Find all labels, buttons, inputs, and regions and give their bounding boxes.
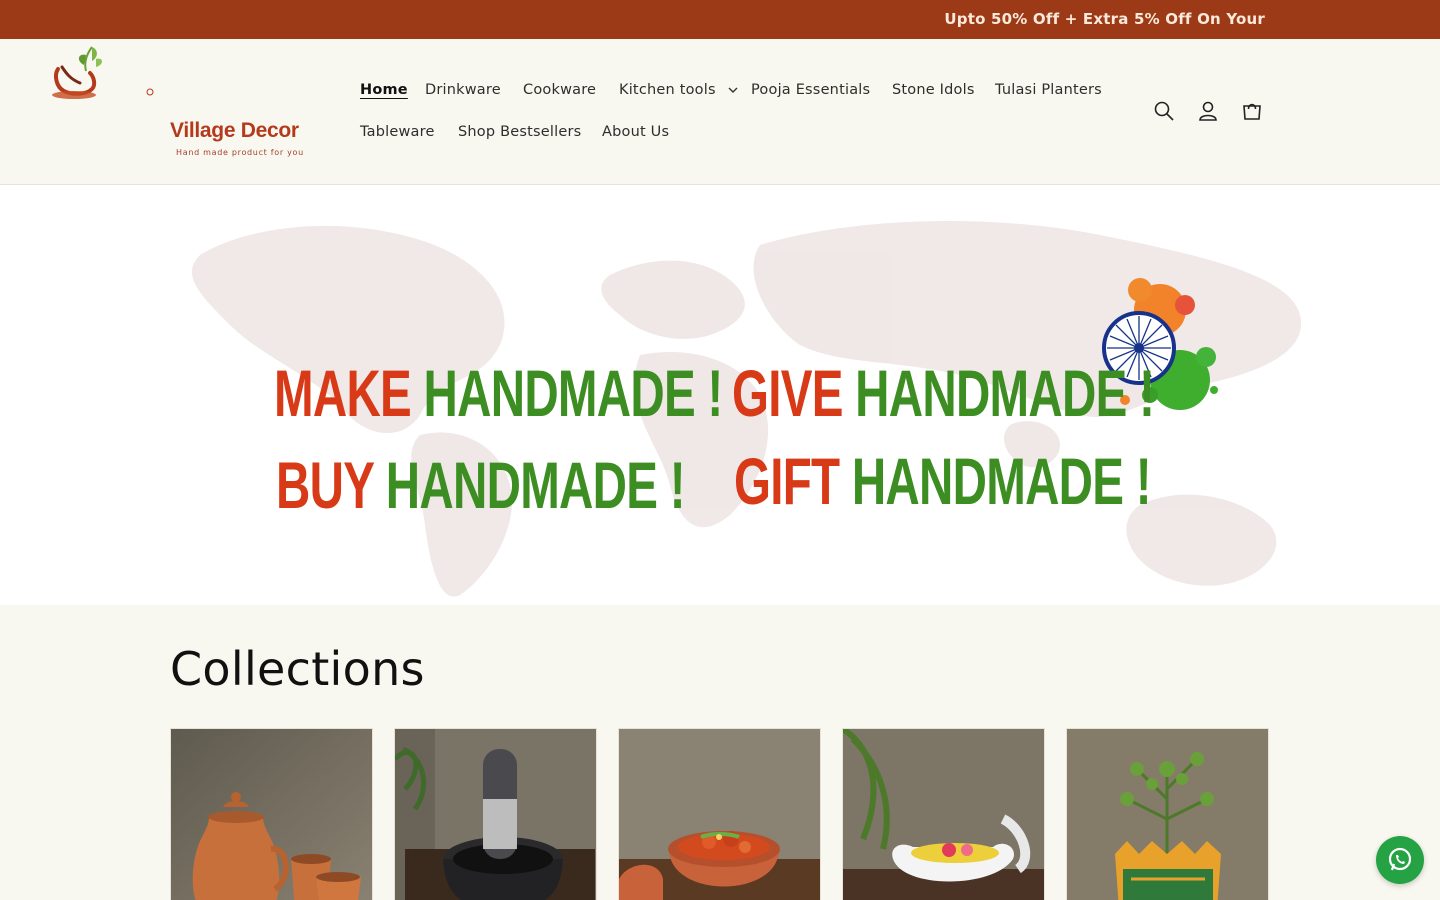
collections-section: Collections [0,605,1440,900]
cart-icon [1243,103,1261,120]
collection-card-kitchen-tools[interactable] [394,728,597,900]
whatsapp-button[interactable] [1376,836,1424,884]
nav-item-pooja-essentials[interactable]: Pooja Essentials [739,77,882,103]
nav-item-about-us[interactable]: About Us [590,119,681,145]
clay-cooking-pot-with-curry-image [619,729,820,900]
nav-item-kitchen-tools[interactable]: Kitchen tools [607,77,751,103]
search-button[interactable] [1149,96,1179,126]
brand-tagline: Hand made product for you [176,148,304,157]
nav-label-kitchen-tools: Kitchen tools [619,82,716,98]
hero-line-2-left: BUY HANDMADE ! [276,447,686,523]
hero-word-handmade-2: HANDMADE ! [855,356,1155,430]
whatsapp-icon [1388,847,1412,871]
hero-word-buy: BUY [276,448,374,522]
hero-line-1-left: MAKE HANDMADE ! [274,355,723,431]
collection-card-cookware[interactable] [618,728,821,900]
nav-item-home[interactable]: Home [348,77,420,103]
search-icon [1154,101,1174,121]
stone-mortar-pestle-image [395,729,596,900]
chevron-down-icon [728,87,738,93]
hero-word-handmade-4: HANDMADE ! [851,444,1152,518]
cart-button[interactable] [1237,96,1267,126]
hero-word-handmade-3: HANDMADE ! [385,448,686,522]
nav-item-tableware[interactable]: Tableware [348,119,447,145]
nav-item-cookware[interactable]: Cookware [511,77,608,103]
nav-item-drinkware[interactable]: Drinkware [413,77,513,103]
hero-line-1-right: GIVE HANDMADE ! [732,355,1155,431]
hero-line-2-right: GIFT HANDMADE ! [734,443,1152,519]
clay-pot-with-leaves-logo-icon [52,46,154,99]
brand-name: Village Decor [170,119,299,142]
hero-word-make: MAKE [274,356,412,430]
main-nav: Home Drinkware Cookware Kitchen tools Po… [348,69,1128,159]
white-shell-flower-bowl-image [843,729,1044,900]
collection-card-pooja-essentials[interactable] [842,728,1045,900]
collections-title: Collections [170,642,425,696]
hero-word-handmade-1: HANDMADE ! [423,356,724,430]
announcement-bar: Upto 50% Off + Extra 5% Off On Your [0,0,1440,39]
clay-jug-and-cups-image [171,729,372,900]
hero-word-give: GIVE [732,356,843,430]
collection-card-drinkware[interactable] [170,728,373,900]
nav-label-home: Home [360,82,408,98]
nav-item-tulasi-planters[interactable]: Tulasi Planters [983,77,1114,103]
hero-banner[interactable]: MAKE HANDMADE ! GIVE HANDMADE ! BUY HAND… [0,185,1440,605]
nav-item-shop-bestsellers[interactable]: Shop Bestsellers [446,119,593,145]
tulasi-plant-in-planter-image [1067,729,1268,900]
nav-item-stone-idols[interactable]: Stone Idols [880,77,987,103]
account-button[interactable] [1193,96,1223,126]
hero-word-gift: GIFT [734,444,840,518]
collection-card-tulasi-planters[interactable] [1066,728,1269,900]
announcement-text: Upto 50% Off + Extra 5% Off On Your [944,10,1265,28]
account-icon [1199,101,1217,121]
site-header: Village Decor Hand made product for you … [0,39,1440,185]
